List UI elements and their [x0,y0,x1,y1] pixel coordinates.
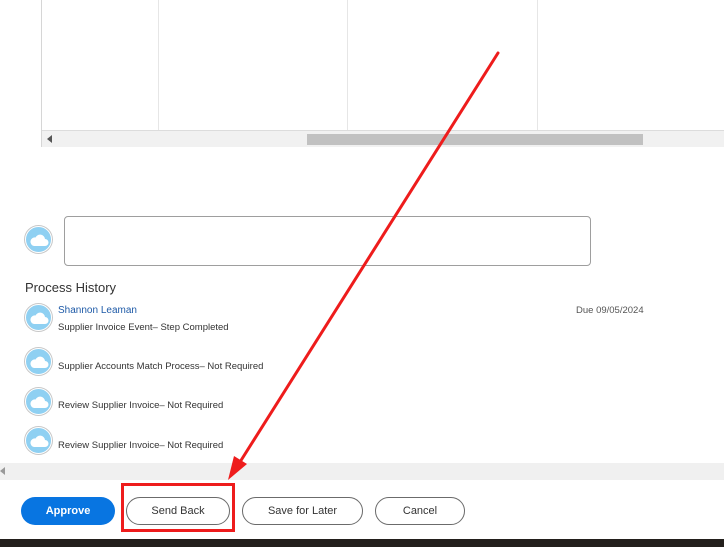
footer-bar [0,539,724,547]
annotation-arrow-icon [228,51,500,480]
